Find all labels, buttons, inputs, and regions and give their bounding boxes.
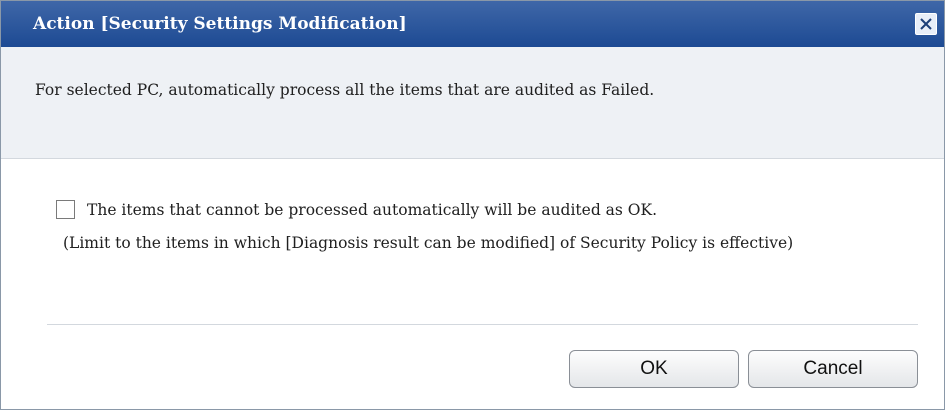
audit-ok-checkbox[interactable] [56,200,75,219]
close-icon [920,18,932,30]
close-button[interactable] [915,13,937,35]
cancel-button[interactable]: Cancel [748,350,918,388]
dialog-titlebar: Action [Security Settings Modification] [1,1,944,47]
ok-button[interactable]: OK [569,350,739,388]
description-text: For selected PC, automatically process a… [35,81,655,99]
description-panel: For selected PC, automatically process a… [1,47,944,159]
divider [47,324,918,325]
dialog-title: Action [Security Settings Modification] [33,14,407,34]
audit-ok-checkbox-label[interactable]: The items that cannot be processed autom… [87,199,657,221]
audit-option-note: (Limit to the items in which [Diagnosis … [63,234,794,252]
security-settings-dialog: Action [Security Settings Modification] … [0,0,945,410]
